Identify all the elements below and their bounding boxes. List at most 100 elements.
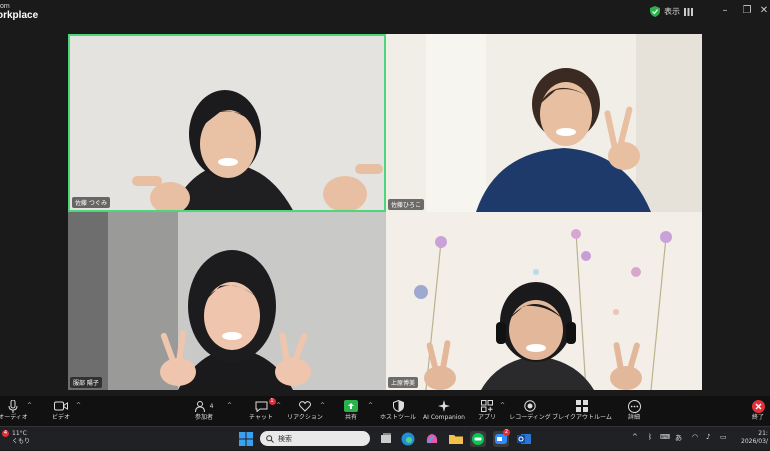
clock-date: 2026/03/ [741,438,768,445]
video-feed-3 [68,212,386,390]
more-label: 詳細 [627,414,640,421]
recording-label: レコーディング [509,414,551,421]
reactions-label: リアクション [287,414,323,421]
temperature: 11°C [12,430,27,437]
restore-icon[interactable]: ❐ [740,5,754,17]
minimize-icon[interactable]: – [718,5,732,17]
outlook-app[interactable] [516,431,532,447]
apps-button[interactable]: アプリ [478,398,496,422]
view-button[interactable]: 表示 [650,5,693,18]
task-view-icon [381,433,391,443]
app-badge: 2 [503,429,510,436]
view-label: 表示 [664,7,680,16]
participant-name-2: 佐藤ひろこ [388,199,425,210]
taskbar-search[interactable]: 検索 [260,431,370,446]
video-caret-icon[interactable]: ^ [76,402,81,409]
start-button[interactable] [238,431,254,447]
end-button[interactable]: 終了 [748,398,768,422]
heart-icon [299,400,311,412]
weather-badge: 4 [2,430,9,437]
taskbar-clock[interactable]: 21: 2026/03/ [741,430,768,446]
chat-caret-icon[interactable]: ^ [276,402,281,409]
ai-companion-label: AI Companion [423,414,465,421]
video-feed-2 [386,34,702,212]
touch-keyboard-icon[interactable]: ⌨ [660,433,670,441]
video-feed-1 [70,36,384,210]
audio-label: オーディオ [0,414,28,421]
video-tile-1[interactable]: 佐藤 つぐみ [68,34,386,212]
end-label: 終了 [751,414,764,421]
share-label: 共有 [344,414,357,421]
audio-button[interactable]: オーディオ [0,398,28,422]
breakout-rooms-label: ブレイクアウトルーム [552,414,612,421]
outlook-icon [517,434,531,444]
file-explorer-app[interactable] [448,431,464,447]
ime-indicator[interactable]: あ [675,433,682,443]
share-screen-icon [344,400,358,412]
more-button[interactable]: 詳細 [624,398,644,422]
apps-caret-icon[interactable]: ^ [500,402,505,409]
search-icon [266,434,274,443]
reactions-caret-icon[interactable]: ^ [320,402,325,409]
video-tile-4[interactable]: 上原博美 [386,212,702,390]
zoom-app[interactable]: 2 [493,429,510,447]
title-bar: om orkplace 表示 – ❐ ✕ [0,0,770,24]
wifi-icon[interactable]: ◠ [692,433,698,441]
apps-label: アプリ [478,414,497,421]
line-app[interactable] [470,431,486,447]
folder-icon [449,435,463,444]
chat-button[interactable]: 1 チャット [248,398,276,422]
search-placeholder: 検索 [278,434,292,443]
meeting-toolbar: オーディオ ^ ビデオ ^ 4 参加者 ^ 1 チャット ^ リアクション ^ … [0,396,770,426]
host-tools-label: ホストツール [380,414,417,421]
audio-caret-icon[interactable]: ^ [27,402,32,409]
recording-button[interactable]: レコーディング [509,398,551,422]
weather-condition: くもり [12,438,31,445]
host-tools-button[interactable]: ホストツール [380,398,416,422]
video-tile-2[interactable]: 佐藤ひろこ [386,34,702,212]
apps-icon [481,400,493,412]
host-shield-icon [392,400,404,412]
video-button[interactable]: ビデオ [50,398,72,422]
sparkle-icon [438,400,450,412]
video-feed-4 [386,212,702,390]
chat-label: チャット [249,414,273,421]
video-tile-3[interactable]: 服部 陽子 [68,212,386,390]
task-view-button[interactable] [378,431,394,447]
weather-widget[interactable]: 4 11°C くもり [2,430,30,446]
more-icon [627,399,641,413]
edge-icon [401,432,415,446]
participants-button[interactable]: 4 参加者 [190,398,218,422]
ai-companion-button[interactable]: AI Companion [422,398,466,422]
reactions-button[interactable]: リアクション [287,398,323,422]
bluetooth-icon[interactable]: ᛒ [648,433,652,441]
line-icon [472,433,484,445]
video-camera-icon [54,401,68,411]
participants-icon [194,400,205,412]
microphone-icon [8,399,18,413]
battery-icon[interactable]: ▭ [720,433,727,441]
breakout-rooms-icon [576,400,588,412]
copilot-app[interactable] [424,431,440,447]
end-meeting-icon [751,399,765,413]
record-icon [524,400,536,412]
participant-name-1: 佐藤 つぐみ [72,197,111,208]
shield-icon [650,6,660,17]
participant-name-4: 上原博美 [388,377,419,388]
tray-overflow-icon[interactable]: ^ [632,433,638,441]
video-label: ビデオ [51,414,70,421]
chat-badge: 1 [268,398,276,405]
edge-app[interactable] [400,431,416,447]
clock-time: 21: [758,430,768,437]
participants-label: 参加者 [194,414,213,421]
chat-icon [255,401,267,412]
close-window-icon[interactable]: ✕ [757,5,770,17]
video-stage: 佐藤 つぐみ 佐藤ひろこ 服部 陽子 上原博美 [0,24,770,396]
share-button[interactable]: 共有 [342,398,360,422]
participants-caret-icon[interactable]: ^ [227,402,232,409]
share-caret-icon[interactable]: ^ [368,402,373,409]
breakout-rooms-button[interactable]: ブレイクアウトルーム [552,398,612,422]
taskbar: 4 11°C くもり 検索 2 ^ ᛒ ⌨ あ ◠ ♪ ▭ 21: 2026/0… [0,426,770,450]
speaker-icon[interactable]: ♪ [706,433,710,441]
participants-count: 4 [209,402,214,410]
